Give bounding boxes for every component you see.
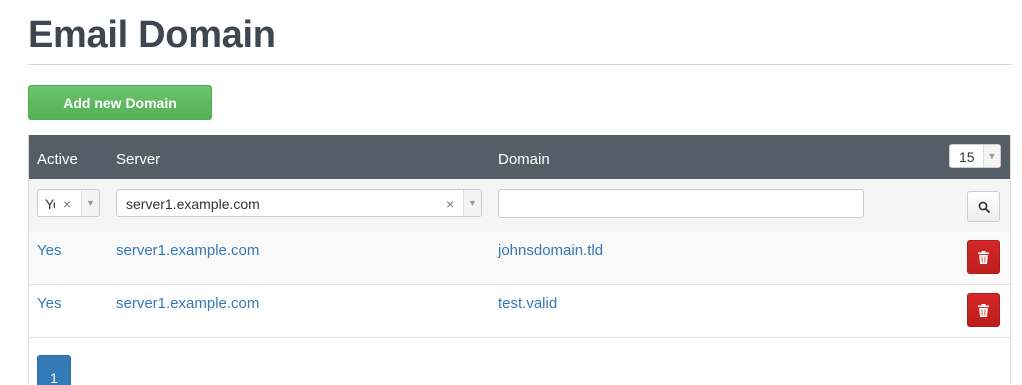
- server-filter-clear-icon[interactable]: ×: [446, 196, 454, 212]
- row-domain-link[interactable]: test.valid: [498, 295, 557, 312]
- row-active-link[interactable]: Yes: [37, 295, 61, 312]
- page-size-select[interactable]: 15 ▼: [949, 144, 1001, 168]
- active-filter-clear-icon[interactable]: ×: [63, 196, 71, 212]
- search-button[interactable]: [967, 191, 1000, 222]
- row-server-link[interactable]: server1.example.com: [116, 295, 259, 312]
- active-filter-value: Yes: [45, 196, 55, 212]
- page-title: Email Domain: [28, 14, 276, 56]
- row-domain-link[interactable]: johnsdomain.tld: [498, 242, 603, 259]
- delete-button[interactable]: [967, 240, 1000, 274]
- table-row: Yes server1.example.com johnsdomain.tld: [29, 232, 1010, 285]
- column-header-domain[interactable]: Domain: [498, 151, 550, 168]
- table-row: Yes server1.example.com test.valid: [29, 285, 1010, 338]
- column-header-server[interactable]: Server: [116, 151, 160, 168]
- server-filter-value: server1.example.com: [126, 196, 260, 212]
- caret-down-icon: ▼: [983, 145, 1000, 167]
- active-filter-select[interactable]: Yes × ▼: [37, 189, 100, 217]
- search-icon: [978, 201, 990, 213]
- trash-icon: [978, 303, 989, 317]
- domain-filter-input[interactable]: [498, 189, 864, 218]
- delete-button[interactable]: [967, 293, 1000, 327]
- title-divider: [28, 64, 1012, 65]
- trash-icon: [978, 250, 989, 264]
- add-domain-button[interactable]: Add new Domain: [28, 85, 212, 120]
- table-header: Active Server Domain 15 ▼: [29, 135, 1010, 179]
- pagination-page-1[interactable]: 1: [37, 355, 71, 385]
- row-active-link[interactable]: Yes: [37, 242, 61, 259]
- caret-down-icon[interactable]: ▼: [463, 190, 481, 216]
- caret-down-icon[interactable]: ▼: [81, 190, 99, 216]
- filter-row: Yes × ▼ server1.example.com × ▼: [29, 179, 1010, 233]
- domain-table: Active Server Domain 15 ▼ Yes × ▼ server…: [28, 135, 1011, 385]
- server-filter-select[interactable]: server1.example.com × ▼: [116, 189, 482, 217]
- column-header-active[interactable]: Active: [37, 151, 78, 168]
- page-size-value: 15: [959, 149, 975, 165]
- row-server-link[interactable]: server1.example.com: [116, 242, 259, 259]
- page: Email Domain Add new Domain Active Serve…: [0, 0, 1022, 385]
